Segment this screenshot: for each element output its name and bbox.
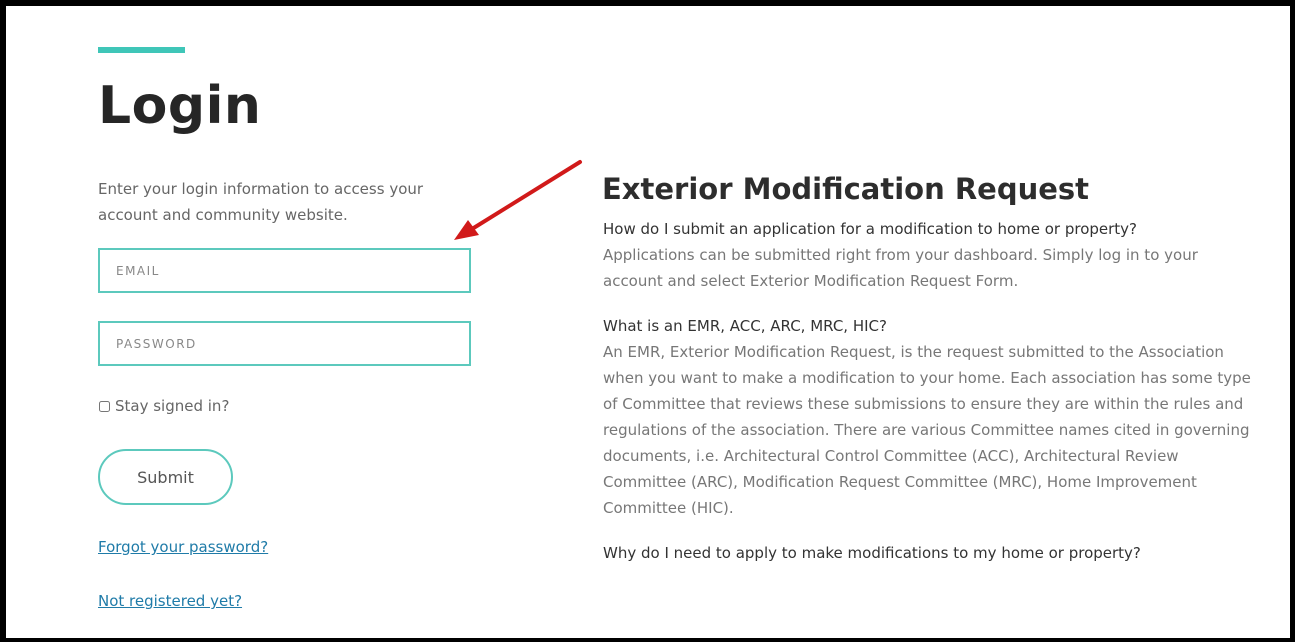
faq-answer: Applications can be submitted right from… <box>603 246 1198 290</box>
stay-signed-in-label: Stay signed in? <box>115 397 230 415</box>
faq-question: How do I submit an application for a mod… <box>603 220 1138 238</box>
forgot-password-link[interactable]: Forgot your password? <box>98 538 268 556</box>
red-arrow-icon <box>454 160 582 240</box>
password-field[interactable] <box>98 321 471 366</box>
page-title: Login <box>98 76 262 136</box>
stay-signed-in-option[interactable]: Stay signed in? <box>98 397 229 415</box>
title-accent-bar <box>98 47 185 53</box>
login-intro-text: Enter your login information to access y… <box>98 180 424 224</box>
scrollbar[interactable] <box>1290 600 1295 630</box>
faq-list: How do I submit an application for a mod… <box>603 216 1253 566</box>
faq-question: What is an EMR, ACC, ARC, MRC, HIC? <box>603 317 887 335</box>
section-title: Exterior Modification Request <box>602 172 1090 206</box>
stay-signed-in-checkbox[interactable] <box>99 400 110 412</box>
register-link[interactable]: Not registered yet? <box>98 592 242 610</box>
faq-question: Why do I need to apply to make modificat… <box>603 544 1141 562</box>
faq-answer: An EMR, Exterior Modification Request, i… <box>603 343 1251 517</box>
submit-button[interactable]: Submit <box>98 449 233 505</box>
email-field[interactable] <box>98 248 471 293</box>
